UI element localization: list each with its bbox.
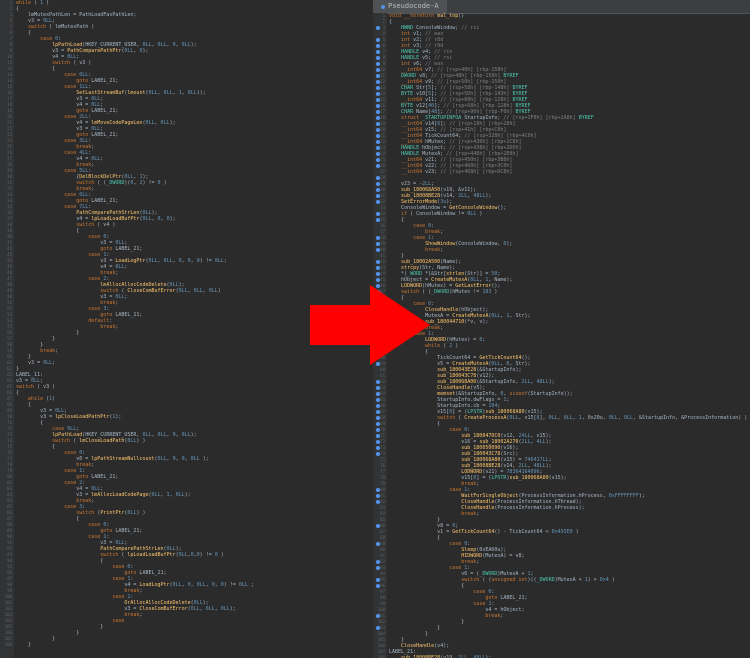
tab-pseudocode[interactable]: Pseudocode-A [373, 0, 447, 13]
tab-icon [381, 5, 385, 9]
left-gutter: 1234567891011121314151617181920212223242… [0, 0, 14, 658]
tab-label: Pseudocode-A [388, 0, 439, 13]
tab-bar: Pseudocode-A [373, 0, 750, 14]
right-code[interactable]: void __noreturn mal_top(){ HWND ConsoleW… [389, 13, 750, 658]
arrow-icon [310, 280, 430, 370]
